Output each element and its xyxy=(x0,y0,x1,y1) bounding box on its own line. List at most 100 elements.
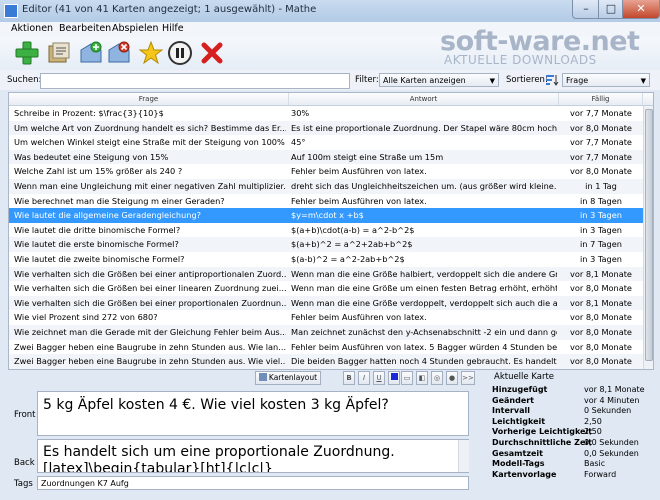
back-field-line1: Es handelt sich um eine proportionale Zu… xyxy=(43,444,395,460)
table-row[interactable]: Wie verhalten sich die Größen bei einer … xyxy=(9,295,643,311)
table-cell-frage: Was bedeutet eine Steigung von 15% xyxy=(14,151,169,162)
stat-value: Forward xyxy=(584,469,617,479)
search-row: Suchen: Filter: Alle Karten anzeigen ▼ S… xyxy=(0,70,660,90)
table-cell-frage: Wie lautet die allgemeine Geradengleichu… xyxy=(14,210,201,221)
table-row[interactable]: Welche Zahl ist um 15% größer als 240 ? F… xyxy=(9,164,643,179)
card-layout-label: Kartenlayout xyxy=(268,373,318,382)
delete-icon[interactable] xyxy=(199,40,225,66)
header-antwort[interactable]: Antwort xyxy=(289,93,559,105)
image-button[interactable]: ◧ xyxy=(416,371,428,385)
back-field-scrollbar[interactable] xyxy=(458,440,469,472)
table-cell-antwort: Es ist eine proportionale Zuordnung. Der… xyxy=(291,122,557,133)
stat-row: Modell-Tags Basic xyxy=(490,459,652,470)
table-cell-frage: Wie lautet die dritte binomische Formel? xyxy=(14,224,181,235)
filter-select[interactable]: Alle Karten anzeigen ▼ xyxy=(379,73,499,87)
table-scroll-thumb[interactable] xyxy=(645,109,653,361)
filter-label: Filter: xyxy=(355,75,379,85)
stat-row: Vorherige Leichtigkeit 2,50 xyxy=(490,427,652,438)
table-cell-antwort: Fehler beim Ausführen von latex. xyxy=(291,166,427,177)
more-button[interactable]: >> xyxy=(461,371,475,385)
table-cell-antwort: Auf 100m steigt eine Straße um 15m xyxy=(291,151,444,162)
sort-order-icon[interactable] xyxy=(545,73,559,87)
table-cell-antwort: Wenn man die eine Größe halbiert, verdop… xyxy=(291,268,557,279)
table-cell-antwort: Die beiden Bagger hatten noch 4 Stunden … xyxy=(291,356,557,367)
header-faellig[interactable]: Fällig xyxy=(559,93,643,105)
table-row[interactable]: Wenn man eine Ungleichung mit einer nega… xyxy=(9,179,643,194)
table-cell-frage: Zwei Bagger heben eine Baugrube in zehn … xyxy=(14,356,286,367)
star-icon[interactable] xyxy=(138,40,164,66)
table-cell-faellig: vor 8,1 Monate xyxy=(570,268,632,279)
stat-key: Durchschnittliche Zeit xyxy=(492,438,592,447)
table-cell-frage: Schreibe in Prozent: $\frac{3}{10}$ xyxy=(14,108,164,118)
stat-key: Intervall xyxy=(492,406,530,416)
bold-button[interactable]: B xyxy=(343,371,355,385)
table-header: Frage Antwort Fällig xyxy=(9,93,653,106)
card-layout-icon xyxy=(258,373,267,381)
table-cell-antwort: Wenn man die eine Größe verdoppelt, verd… xyxy=(291,297,557,308)
table-row[interactable]: Wie lautet die erste binomische Formel? $… xyxy=(9,237,643,252)
table-row[interactable]: Wie berechnet man die Steigung m einer G… xyxy=(9,194,643,209)
color-button[interactable] xyxy=(388,371,400,385)
tag-add-icon[interactable] xyxy=(78,40,104,66)
menu-hilfe[interactable]: Hilfe xyxy=(162,23,184,34)
close-button[interactable]: ✕ xyxy=(622,0,660,19)
latex-button[interactable]: ▭ xyxy=(401,371,413,385)
table-cell-faellig: vor 8,1 Monate xyxy=(570,297,632,308)
table-row[interactable]: Um welchen Winkel steigt eine Straße mit… xyxy=(9,135,643,150)
table-cell-antwort: Fehler beim Ausführen von latex. xyxy=(291,195,427,206)
menu-abspielen[interactable]: Abspielen xyxy=(112,23,159,34)
sound-icon: ◎ xyxy=(433,374,441,382)
stat-key: Leichtigkeit xyxy=(492,416,546,426)
table-row[interactable]: Was bedeutet eine Steigung von 15% Auf 10… xyxy=(9,149,643,165)
current-card-title: Aktuelle Karte xyxy=(494,372,555,382)
search-input[interactable] xyxy=(40,73,350,89)
table-row[interactable]: Wie lautet die allgemeine Geradengleichu… xyxy=(9,208,643,223)
stat-row: Geändert vor 4 Minuten xyxy=(490,396,652,407)
maximize-button[interactable]: □ xyxy=(598,0,624,19)
card-layout-button[interactable]: Kartenlayout xyxy=(255,371,321,385)
table-row[interactable]: Zwei Bagger heben eine Baugrube in zehn … xyxy=(9,340,643,355)
chevron-down-icon: ▼ xyxy=(640,77,646,85)
table-cell-faellig: in 3 Tagen xyxy=(580,254,622,264)
menu-aktionen[interactable]: Aktionen xyxy=(11,23,53,34)
stat-key: Modell-Tags xyxy=(492,459,545,469)
pause-icon[interactable] xyxy=(167,40,193,66)
table-cell-antwort: dreht sich das Ungleichheitszeichen um. … xyxy=(291,181,557,191)
table-cell-frage: Wie verhalten sich die Größen bei einer … xyxy=(14,297,286,308)
table-row[interactable]: Wie lautet die zweite binomische Formel?… xyxy=(9,252,643,267)
table-row[interactable]: Schreibe in Prozent: $\frac{3}{10}$ 30% vo… xyxy=(9,106,643,121)
table-cell-faellig: in 1 Tag xyxy=(585,181,617,191)
table-cell-frage: Wie lautet die zweite binomische Formel? xyxy=(14,254,185,264)
sort-label: Sortieren: xyxy=(506,75,548,85)
sound-button[interactable]: ◎ xyxy=(431,371,443,385)
minimize-button[interactable]: – xyxy=(572,0,600,19)
table-cell-faellig: vor 8,0 Monate xyxy=(570,327,632,337)
sort-select[interactable]: Frage ▼ xyxy=(562,73,650,87)
table-row[interactable]: Um welche Art von Zuordnung handelt es s… xyxy=(9,120,643,136)
record-button[interactable]: ● xyxy=(446,371,458,385)
table-row[interactable]: Wie verhalten sich die Größen bei einer … xyxy=(9,266,643,282)
import-icon[interactable] xyxy=(46,40,72,66)
add-card-icon[interactable] xyxy=(14,40,40,66)
table-cell-faellig: in 7 Tagen xyxy=(580,239,622,250)
stat-value: 0,0 Sekunden xyxy=(584,448,639,458)
card-table: Frage Antwort Fällig Schreibe in Prozent… xyxy=(8,92,654,370)
underline-button[interactable]: U xyxy=(373,371,385,385)
stat-key: Hinzugefügt xyxy=(492,385,548,394)
watermark-tagline: AKTUELLE DOWNLOADS xyxy=(444,53,597,67)
front-field[interactable]: 5 kg Äpfel kosten 4 €. Wie viel kosten 3… xyxy=(37,391,469,436)
table-row[interactable]: Wie zeichnet man die Gerade mit der Glei… xyxy=(9,325,643,340)
table-row[interactable]: Wie lautet die dritte binomische Formel?… xyxy=(9,223,643,238)
back-field-line2: [latex]\begin{tabular}[ht]{|c|c|} xyxy=(43,461,273,473)
back-field[interactable]: Es handelt sich um eine proportionale Zu… xyxy=(37,439,469,473)
menu-bearbeiten[interactable]: Bearbeiten xyxy=(59,23,111,34)
table-row[interactable]: Zwei Bagger heben eine Baugrube in zehn … xyxy=(9,354,643,369)
table-row[interactable]: Wie verhalten sich die Größen bei einer … xyxy=(9,281,643,296)
tags-input[interactable]: Zuordnungen K7 Aufg xyxy=(37,476,469,490)
tag-remove-icon[interactable] xyxy=(106,40,132,66)
header-frage[interactable]: Frage xyxy=(9,93,289,105)
table-row[interactable]: Wie viel Prozent sind 272 von 680? Fehler… xyxy=(9,310,643,325)
italic-button[interactable]: I xyxy=(358,371,370,385)
stat-value: Basic xyxy=(584,459,606,469)
table-cell-antwort: Fehler beim Ausführen von latex. xyxy=(291,312,427,323)
